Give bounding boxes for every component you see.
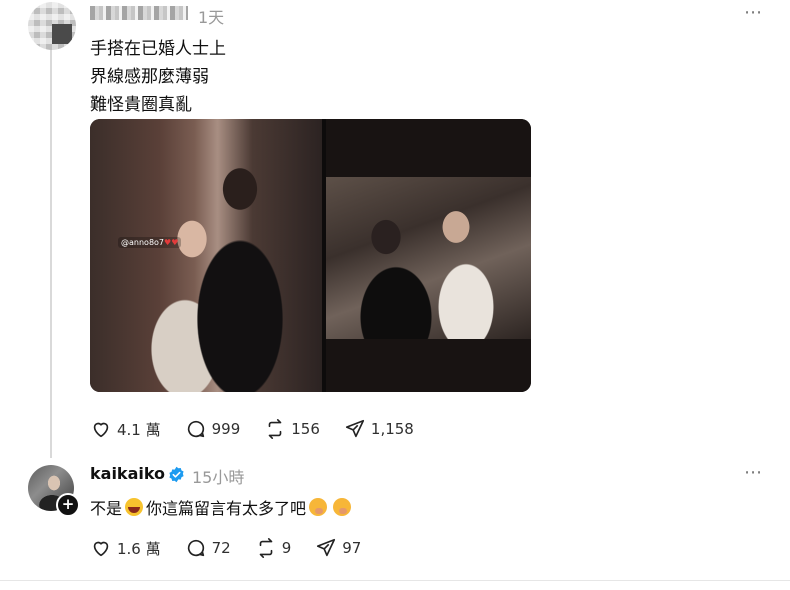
repost-button[interactable]: 9 xyxy=(255,537,292,559)
username-blurred[interactable] xyxy=(90,6,188,20)
share-button[interactable]: 97 xyxy=(315,537,361,559)
like-button[interactable]: 1.6 萬 xyxy=(90,537,161,559)
reply-text-part-1: 不是 xyxy=(90,499,123,518)
share-count: 1,158 xyxy=(370,420,414,438)
hush-emoji-icon xyxy=(333,498,352,516)
comment-icon xyxy=(187,420,204,438)
post2-actions: 1.6 萬 72 9 97 xyxy=(90,536,385,560)
comment-count: 999 xyxy=(211,420,241,438)
send-icon xyxy=(317,538,336,557)
hush-emoji-icon xyxy=(309,498,328,516)
post-text-line-3: 難怪貴圈真亂 xyxy=(90,95,192,115)
comment-count: 72 xyxy=(211,539,231,557)
repost-icon xyxy=(268,419,282,439)
repost-button[interactable]: 156 xyxy=(264,418,320,440)
post1-actions: 4.1 萬 999 156 1,158 xyxy=(90,417,438,441)
share-count: 97 xyxy=(342,539,362,557)
heart-icon xyxy=(93,422,109,438)
follow-plus-icon[interactable]: + xyxy=(56,493,80,517)
photo-right-image xyxy=(326,177,531,339)
heart-icon xyxy=(93,541,109,557)
laughing-emoji-icon xyxy=(125,498,144,516)
like-count: 4.1 萬 xyxy=(117,420,161,439)
post-text-line-1: 手搭在已婚人士上 xyxy=(90,39,226,59)
comment-icon xyxy=(187,539,204,557)
reply-text-part-2: 你這篇留言有太多了吧 xyxy=(146,499,307,518)
more-options-icon[interactable]: ⋯ xyxy=(744,462,763,483)
send-icon xyxy=(345,419,364,438)
thread-connector-line xyxy=(50,46,52,458)
reply-timestamp: 15小時 xyxy=(192,468,245,487)
repost-count: 156 xyxy=(291,420,320,438)
like-count: 1.6 萬 xyxy=(117,539,161,558)
comment-button[interactable]: 72 xyxy=(185,537,231,559)
post-separator xyxy=(0,580,790,581)
share-button[interactable]: 1,158 xyxy=(344,418,414,440)
like-button[interactable]: 4.1 萬 xyxy=(90,418,161,440)
more-options-icon[interactable]: ⋯ xyxy=(744,2,763,23)
verified-badge-icon xyxy=(169,466,184,483)
repost-icon xyxy=(259,538,273,558)
comment-button[interactable]: 999 xyxy=(185,418,241,440)
post-text-line-2: 界線感那麼薄弱 xyxy=(90,67,209,87)
photo-mention-tag: @anno8o7♥♥ xyxy=(118,237,182,248)
repost-count: 9 xyxy=(281,539,292,557)
photo-right-panel xyxy=(326,119,531,392)
reply-text: 不是 你這篇留言有太多了吧 xyxy=(90,495,354,519)
post-photo[interactable]: @anno8o7♥♥ xyxy=(90,119,531,392)
username[interactable]: kaikaiko xyxy=(90,464,165,483)
avatar-blurred[interactable] xyxy=(28,2,76,50)
post-timestamp: 1天 xyxy=(198,8,225,27)
photo-left-panel xyxy=(90,119,322,392)
